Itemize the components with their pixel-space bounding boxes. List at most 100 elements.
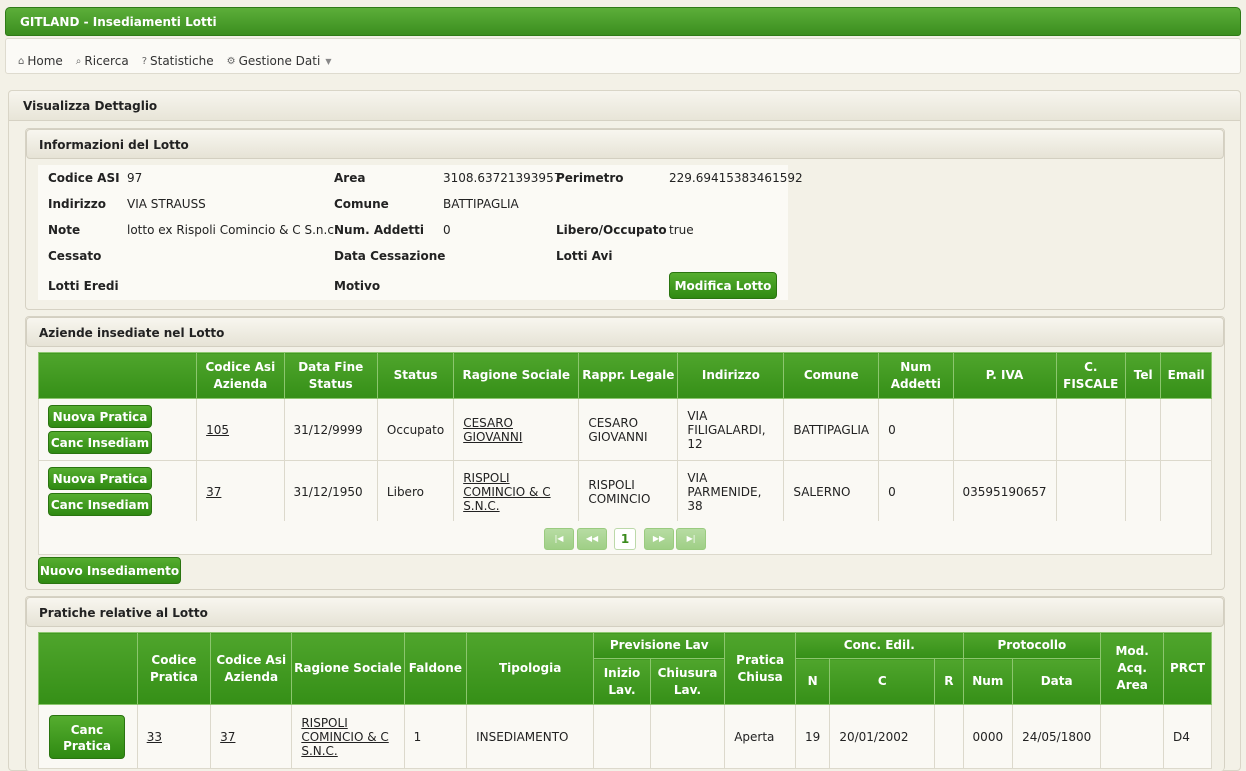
col-ragione-sociale[interactable]: Ragione Sociale xyxy=(453,352,580,399)
tel-cell xyxy=(1125,398,1162,461)
col-c[interactable]: C xyxy=(829,658,936,705)
pratiche-title: Pratiche relative al Lotto xyxy=(39,606,208,620)
modifica-lotto-button[interactable]: Modifica Lotto xyxy=(669,272,777,299)
last-page-icon[interactable]: ▶| xyxy=(676,528,706,550)
next-page-icon[interactable]: ▶▶ xyxy=(644,528,674,550)
info-title: Informazioni del Lotto xyxy=(39,138,189,152)
ragione-sociale-link[interactable]: RISPOLI COMINCIO & C S.N.C. xyxy=(463,471,550,513)
pratica-chiusa-cell: Aperta xyxy=(724,704,797,769)
cf-cell xyxy=(1055,398,1127,461)
pratiche-table: Codice Pratica Codice Asi Azienda Ragion… xyxy=(38,632,1212,769)
first-page-icon[interactable]: |◀ xyxy=(544,528,574,550)
prct-cell: D4 xyxy=(1163,704,1212,769)
num-addetti-value: 0 xyxy=(443,223,451,237)
menu-ricerca[interactable]: ⌕ Ricerca xyxy=(76,49,129,73)
menu-home-label: Home xyxy=(27,54,63,68)
question-icon: ? xyxy=(141,55,147,67)
prev-page-icon[interactable]: ◀◀ xyxy=(577,528,607,550)
col-data[interactable]: Data xyxy=(1012,658,1102,705)
menu-gestione-dati-label: Gestione Dati xyxy=(238,54,321,68)
comune-cell: BATTIPAGLIA xyxy=(783,398,880,461)
col-n[interactable]: N xyxy=(795,658,831,705)
col-num[interactable]: Num xyxy=(962,658,1014,705)
col-email[interactable]: Email xyxy=(1160,352,1212,399)
perimetro-value: 229.69415383461592 xyxy=(669,171,803,185)
canc-pratica-button[interactable]: Canc Pratica xyxy=(49,714,125,759)
gear-icon: ⚙ xyxy=(226,55,236,67)
col-r[interactable]: R xyxy=(934,658,964,705)
comune-value: BATTIPAGLIA xyxy=(443,197,519,211)
status-cell: Libero xyxy=(376,460,455,523)
codice-asi-link[interactable]: 37 xyxy=(206,485,221,499)
codice-pratica-link[interactable]: 33 xyxy=(147,730,162,744)
aziende-header-row: Codice Asi Azienda Data Fine Status Stat… xyxy=(37,352,1212,399)
col-codice-pratica[interactable]: Codice Pratica xyxy=(136,632,212,705)
menu-ricerca-label: Ricerca xyxy=(84,54,129,68)
col-conc-edil: Conc. Edil. xyxy=(795,632,964,659)
col-piva[interactable]: P. IVA xyxy=(952,352,1057,399)
indirizzo-label: Indirizzo xyxy=(48,197,106,211)
col-mod-acq-area[interactable]: Mod. Acq. Area xyxy=(1100,632,1165,705)
page-current[interactable]: 1 xyxy=(614,528,636,550)
col-chiusura-lav[interactable]: Chiusura Lav. xyxy=(649,658,726,705)
row-actions: Nuova Pratica Canc Insediam xyxy=(37,460,198,523)
codice-asi-link[interactable]: 37 xyxy=(220,730,235,744)
col-rappr-legale[interactable]: Rappr. Legale xyxy=(578,352,679,399)
codice-asi-link[interactable]: 105 xyxy=(206,423,229,437)
col-ragione-sociale[interactable]: Ragione Sociale xyxy=(291,632,405,705)
nuova-pratica-button[interactable]: Nuova Pratica xyxy=(48,467,152,490)
col-codice-asi-azienda[interactable]: Codice Asi Azienda xyxy=(196,352,285,399)
detail-panel-header: Visualizza Dettaglio xyxy=(9,91,1240,121)
col-indirizzo[interactable]: Indirizzo xyxy=(677,352,785,399)
protocollo-data-cell: 24/05/1800 xyxy=(1012,704,1102,769)
col-inizio-lav[interactable]: Inizio Lav. xyxy=(593,658,651,705)
app-title-bar: GITLAND - Insediamenti Lotti xyxy=(5,7,1241,36)
pager: |◀ ◀◀ 1 ▶▶ ▶| xyxy=(38,521,1212,555)
col-data-fine-status[interactable]: Data Fine Status xyxy=(283,352,378,399)
col-cfiscale[interactable]: C. FISCALE xyxy=(1055,352,1127,399)
col-tel[interactable]: Tel xyxy=(1125,352,1162,399)
num-addetti-cell: 0 xyxy=(878,460,954,523)
canc-insediam-button[interactable]: Canc Insediam xyxy=(48,493,152,516)
piva-cell: 03595190657 xyxy=(952,460,1057,523)
row-actions: Canc Pratica xyxy=(38,704,138,769)
col-actions xyxy=(38,632,138,705)
area-value: 3108.63721393957 xyxy=(443,171,562,185)
motivo-label: Motivo xyxy=(334,279,381,293)
mod-acq-cell xyxy=(1100,704,1165,769)
pratiche-header-row-1: Codice Pratica Codice Asi Azienda Ragion… xyxy=(38,632,1212,705)
info-panel-header: Informazioni del Lotto xyxy=(26,129,1224,159)
codice-asi-label: Codice ASI xyxy=(48,171,120,185)
num-addetti-cell: 0 xyxy=(878,398,954,461)
conc-n-cell: 19 xyxy=(795,704,831,769)
rappr-legale-cell: CESARO GIOVANNI xyxy=(578,398,679,461)
ragione-sociale-link[interactable]: RISPOLI COMINCIO & C S.N.C. xyxy=(301,716,388,758)
comune-label: Comune xyxy=(334,197,389,211)
lotti-avi-label: Lotti Avi xyxy=(556,249,613,263)
menu-gestione-dati[interactable]: ⚙ Gestione Dati ▼ xyxy=(227,49,332,73)
col-pratica-chiusa[interactable]: Pratica Chiusa xyxy=(724,632,797,705)
aziende-panel-header: Aziende insediate nel Lotto xyxy=(26,317,1224,347)
faldone-cell: 1 xyxy=(403,704,468,769)
col-status[interactable]: Status xyxy=(376,352,455,399)
col-tipologia[interactable]: Tipologia xyxy=(466,632,595,705)
rappr-legale-cell: RISPOLI COMINCIO xyxy=(578,460,679,523)
menu-home[interactable]: ⌂ Home xyxy=(18,49,63,73)
col-codice-asi-azienda[interactable]: Codice Asi Azienda xyxy=(210,632,293,705)
col-prct[interactable]: PRCT xyxy=(1163,632,1212,705)
chevron-down-icon: ▼ xyxy=(325,56,332,66)
app-title: GITLAND - Insediamenti Lotti xyxy=(20,15,217,29)
col-faldone[interactable]: Faldone xyxy=(403,632,468,705)
menu-statistiche-label: Statistiche xyxy=(150,54,214,68)
menu-statistiche[interactable]: ? Statistiche xyxy=(142,49,214,73)
status-cell: Occupato xyxy=(376,398,455,461)
nuova-pratica-button[interactable]: Nuova Pratica xyxy=(48,405,152,428)
conc-r-cell xyxy=(934,704,964,769)
ragione-sociale-link[interactable]: CESARO GIOVANNI xyxy=(463,416,522,444)
perimetro-label: Perimetro xyxy=(556,171,624,185)
aziende-table: Codice Asi Azienda Data Fine Status Stat… xyxy=(37,352,1212,523)
col-num-addetti[interactable]: Num Addetti xyxy=(878,352,954,399)
col-comune[interactable]: Comune xyxy=(783,352,880,399)
nuovo-insediamento-button[interactable]: Nuovo Insediamento xyxy=(38,557,181,584)
canc-insediam-button[interactable]: Canc Insediam xyxy=(48,431,152,454)
